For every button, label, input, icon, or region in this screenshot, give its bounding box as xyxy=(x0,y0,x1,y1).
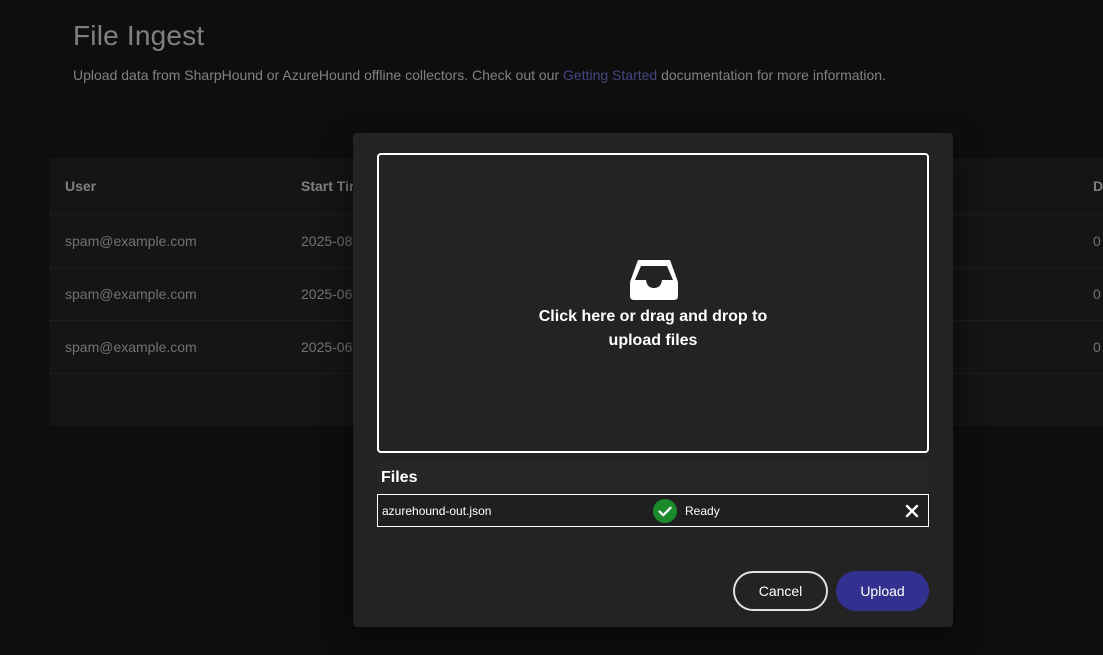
inbox-icon xyxy=(630,260,678,300)
dropzone-text-line1: Click here or drag and drop to xyxy=(538,308,768,325)
upload-button[interactable]: Upload xyxy=(836,571,929,611)
file-name: azurehound-out.json xyxy=(382,504,492,518)
file-dropzone[interactable]: Click here or drag and drop to upload fi… xyxy=(377,153,929,453)
files-section-header: Files xyxy=(377,462,929,494)
cancel-button[interactable]: Cancel xyxy=(733,571,828,611)
files-label: Files xyxy=(381,469,418,486)
dropzone-instructions: Click here or drag and drop to upload fi… xyxy=(379,305,927,353)
close-icon[interactable] xyxy=(902,501,922,521)
file-status: Ready xyxy=(685,504,720,518)
dropzone-text-line2: upload files xyxy=(608,332,698,349)
file-list-item: azurehound-out.json Ready xyxy=(377,494,929,527)
upload-files-dialog: Click here or drag and drop to upload fi… xyxy=(353,133,953,627)
check-circle-icon xyxy=(653,499,677,523)
